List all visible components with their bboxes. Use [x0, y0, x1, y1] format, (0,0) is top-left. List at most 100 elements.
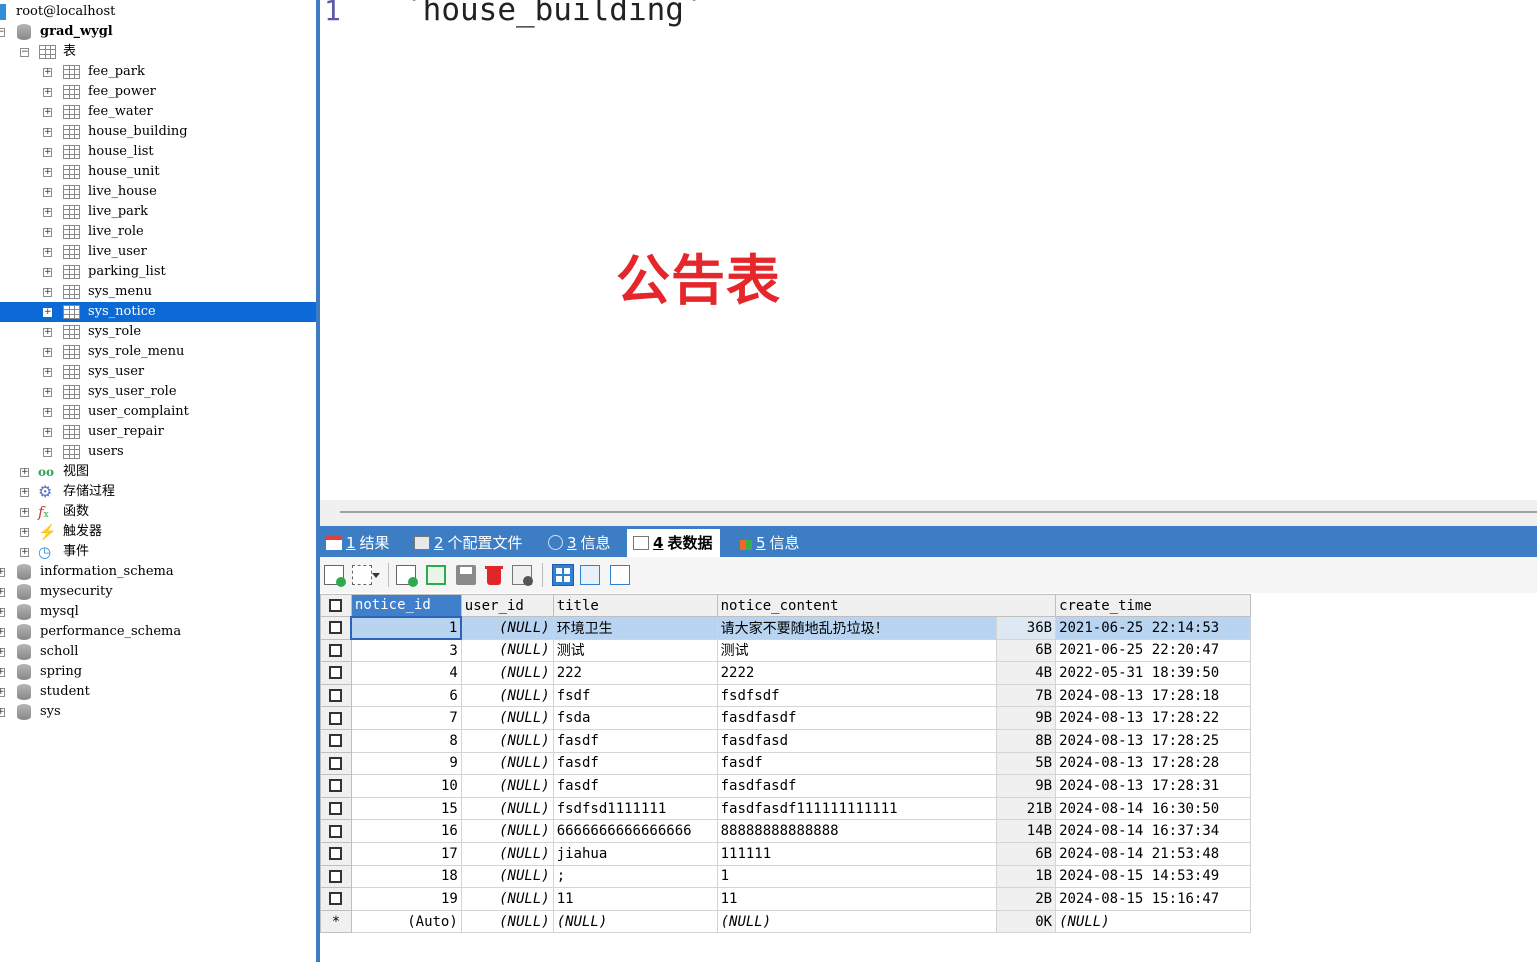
expand-icon[interactable]: +	[43, 408, 52, 417]
cell-content-size[interactable]: 2B	[996, 887, 1057, 911]
tree-table-parking-list[interactable]: + parking_list	[0, 262, 316, 282]
tree-database-sys[interactable]: + sys	[0, 702, 316, 722]
tree-database-student[interactable]: + student	[0, 682, 316, 702]
cell-user-id[interactable]: (NULL)	[460, 909, 554, 934]
row-checkbox[interactable]	[320, 751, 352, 776]
cell-user-id[interactable]: (NULL)	[460, 796, 554, 821]
expand-icon[interactable]: +	[43, 448, 52, 457]
row-checkbox[interactable]	[320, 796, 352, 821]
table-row[interactable]: 19 (NULL) 11 11 2B 2024-08-15 15:16:47	[320, 887, 1251, 911]
cell-title[interactable]: fsdf	[552, 683, 718, 708]
cell-title[interactable]: fsdfsd1111111	[552, 796, 718, 821]
grid-view-icon[interactable]	[552, 564, 574, 586]
tree-table-users[interactable]: + users	[0, 442, 316, 462]
duplicate-icon[interactable]	[426, 565, 446, 585]
tree-folder-3[interactable]: + ⚡ 触发器	[0, 522, 316, 542]
cell-create-time[interactable]: 2024-08-13 17:28:28	[1055, 751, 1251, 776]
tree-database-mysql[interactable]: + mysql	[0, 602, 316, 622]
tree-table-fee-park[interactable]: + fee_park	[0, 62, 316, 82]
table-row[interactable]: 3 (NULL) 测试 测试 6B 2021-06-25 22:20:47	[320, 638, 1251, 663]
select-all-checkbox[interactable]	[320, 594, 352, 617]
expand-icon[interactable]: +	[0, 668, 5, 677]
expand-icon[interactable]: +	[43, 228, 52, 237]
tree-table-live-role[interactable]: + live_role	[0, 222, 316, 242]
tree-table-fee-power[interactable]: + fee_power	[0, 82, 316, 102]
cell-content-size[interactable]: 6B	[996, 638, 1057, 663]
cell-notice-id[interactable]: 18	[350, 864, 462, 889]
tree-tables-folder[interactable]: − 表	[0, 42, 316, 62]
cell-title[interactable]: 11	[552, 887, 718, 911]
copy-row-dropdown-icon[interactable]	[352, 565, 380, 585]
tree-database-mysecurity[interactable]: + mysecurity	[0, 582, 316, 602]
column-header-notice-id[interactable]: notice_id	[350, 594, 462, 617]
cell-notice-content[interactable]: 111111	[716, 841, 998, 866]
cell-notice-content[interactable]: fsdfsdf	[716, 683, 998, 708]
table-row[interactable]: 1 (NULL) 环境卫生 请大家不要随地乱扔垃圾！ 36B 2021-06-25 22:…	[320, 615, 1251, 641]
table-row[interactable]: 10 (NULL) fasdf fasdfasdf 9B 2024-08-13 17:28…	[320, 774, 1251, 798]
expand-icon[interactable]: +	[20, 508, 29, 517]
cell-user-id[interactable]: (NULL)	[460, 706, 554, 730]
row-checkbox[interactable]	[320, 638, 352, 663]
expand-icon[interactable]: +	[0, 588, 5, 597]
cell-content-size[interactable]: 21B	[996, 796, 1057, 821]
cell-title[interactable]: fsda	[552, 706, 718, 730]
cell-title[interactable]: 环境卫生	[552, 616, 718, 640]
cell-create-time[interactable]: 2024-08-14 16:30:50	[1055, 796, 1251, 821]
cell-create-time[interactable]: 2024-08-13 17:28:31	[1055, 774, 1251, 798]
cell-title[interactable]: 测试	[552, 638, 718, 663]
cell-content-size[interactable]: 4B	[996, 661, 1057, 685]
cell-create-time[interactable]: 2024-08-14 21:53:48	[1055, 841, 1251, 866]
expand-icon[interactable]: +	[43, 248, 52, 257]
cell-user-id[interactable]: (NULL)	[460, 887, 554, 911]
cell-create-time[interactable]: 2021-06-25 22:14:53	[1055, 616, 1251, 640]
tree-database-information-schema[interactable]: + information_schema	[0, 562, 316, 582]
cell-notice-content[interactable]: 88888888888888	[716, 819, 998, 843]
cell-create-time[interactable]: 2024-08-15 15:16:47	[1055, 887, 1251, 911]
cell-user-id[interactable]: (NULL)	[460, 728, 554, 753]
table-row[interactable]: 18 (NULL); 1 1B 2024-08-15 14:53:49	[320, 864, 1251, 889]
expand-icon[interactable]: +	[0, 608, 5, 617]
cell-notice-content[interactable]: (NULL)	[716, 909, 998, 934]
expand-icon[interactable]: +	[20, 548, 29, 557]
expand-icon[interactable]: +	[43, 128, 52, 137]
expand-icon[interactable]: +	[43, 168, 52, 177]
expand-icon[interactable]: +	[0, 708, 5, 717]
row-checkbox[interactable]	[320, 887, 352, 911]
column-header-create-time[interactable]: create_time	[1055, 594, 1251, 617]
expand-icon[interactable]: +	[0, 628, 5, 637]
tree-folder-2[interactable]: + fx 函数	[0, 502, 316, 522]
tab-info[interactable]: 3 信息	[548, 529, 611, 557]
cell-content-size[interactable]: 9B	[996, 774, 1057, 798]
column-header-user-id[interactable]: user_id	[460, 594, 554, 617]
expand-icon[interactable]: +	[43, 88, 52, 97]
cell-content-size[interactable]: 0K	[996, 909, 1057, 934]
cell-create-time[interactable]: 2024-08-13 17:28:18	[1055, 683, 1251, 708]
save-icon[interactable]	[456, 565, 476, 585]
tree-table-user-repair[interactable]: + user_repair	[0, 422, 316, 442]
tree-table-sys-role-menu[interactable]: + sys_role_menu	[0, 342, 316, 362]
cell-user-id[interactable]: (NULL)	[460, 661, 554, 685]
expand-icon[interactable]: +	[20, 468, 29, 477]
tree-table-live-house[interactable]: + live_house	[0, 182, 316, 202]
cell-notice-content[interactable]: 2222	[716, 661, 998, 685]
expand-icon[interactable]: +	[43, 368, 52, 377]
sql-text[interactable]: `house_building`	[404, 0, 703, 28]
expand-icon[interactable]: +	[0, 568, 5, 577]
tree-table-sys-role[interactable]: + sys_role	[0, 322, 316, 342]
add-row-icon[interactable]	[324, 565, 346, 587]
cell-user-id[interactable]: (NULL)	[460, 864, 554, 889]
cell-notice-content[interactable]: 请大家不要随地乱扔垃圾！	[716, 616, 998, 640]
tree-folder-4[interactable]: + ◷ 事件	[0, 542, 316, 562]
expand-icon[interactable]: +	[43, 328, 52, 337]
collapse-icon[interactable]: −	[20, 48, 29, 57]
cell-user-id[interactable]: (NULL)	[460, 774, 554, 798]
collapse-icon[interactable]: −	[0, 28, 5, 37]
expand-icon[interactable]: +	[43, 68, 52, 77]
tree-table-live-park[interactable]: + live_park	[0, 202, 316, 222]
table-row[interactable]: 8 (NULL) fasdf fasdfasd 8B 2024-08-13 17:28:2…	[320, 728, 1251, 753]
cell-notice-id[interactable]: 8	[350, 728, 462, 753]
expand-icon[interactable]: +	[43, 108, 52, 117]
table-row[interactable]: 9 (NULL) fasdf fasdf 5B 2024-08-13 17:28:28	[320, 751, 1251, 776]
cell-user-id[interactable]: (NULL)	[460, 638, 554, 663]
cell-title[interactable]: fasdf	[552, 728, 718, 753]
